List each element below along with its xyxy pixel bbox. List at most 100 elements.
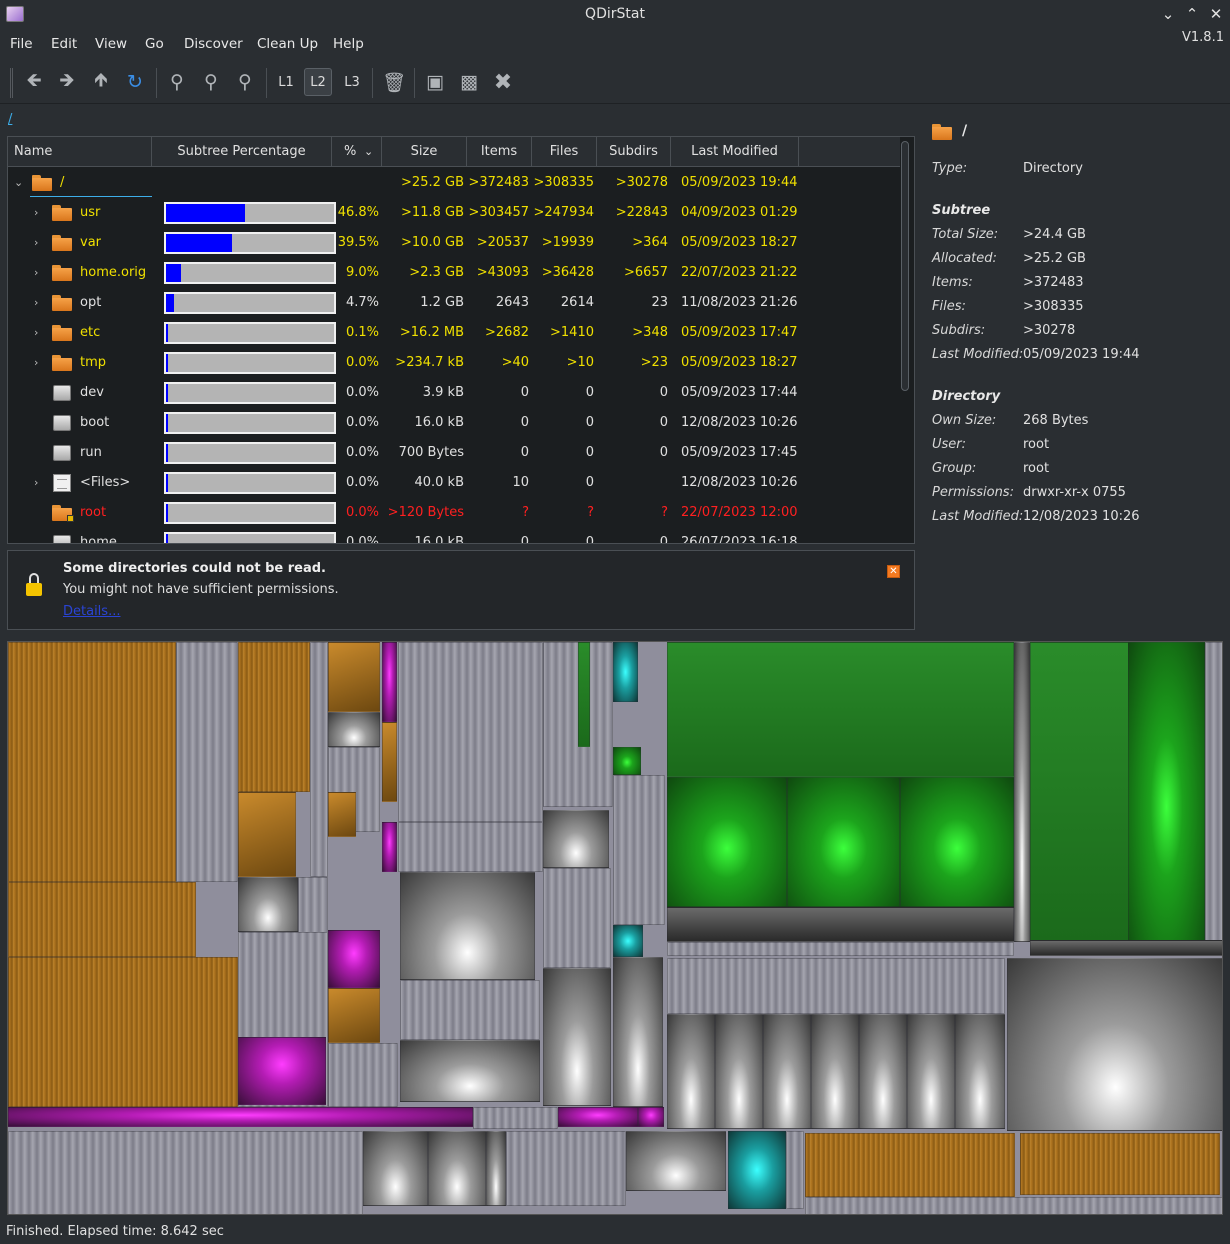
treemap-tile[interactable] [558,1107,638,1127]
expand-chevron-icon[interactable]: › [34,237,44,249]
tree-row-tmp[interactable]: › tmp 0.0% >234.7 kB >40 >10 >23 05/09/2023 18:… [8,348,900,378]
treemap-tile[interactable] [328,988,380,1043]
treemap-tile[interactable] [1014,642,1030,942]
menu-discover[interactable]: Discover [184,36,243,52]
treemap-tile[interactable] [238,1037,326,1105]
treemap-tile[interactable] [900,777,1014,907]
zoom-reset-icon[interactable]: ⚲ [231,68,259,96]
expand-chevron-icon[interactable]: › [34,357,44,369]
column-subtree-percentage[interactable]: Subtree Percentage [152,137,332,167]
treemap-tile[interactable] [310,642,328,877]
treemap-tile[interactable] [613,775,665,925]
message-close-icon[interactable]: ✕ [887,565,900,578]
treemap-tile[interactable] [486,1131,506,1206]
treemap-tile[interactable] [955,1014,1005,1129]
column-size[interactable]: Size [382,137,467,167]
treemap-tile[interactable] [328,792,356,837]
treemap-tile[interactable] [382,822,397,872]
treemap-tile[interactable] [1205,642,1222,942]
tree-row-home-orig[interactable]: › home.orig 9.0% >2.3 GB >43093 >36428 >6657 22… [8,258,900,288]
treemap-tile[interactable] [328,930,380,988]
treemap-tile[interactable] [8,642,176,882]
tree-row-root[interactable]: ⌄ / >25.2 GB >372483 >308335 >30278 05/0… [8,168,900,198]
treemap-tile[interactable] [1007,958,1222,1131]
tree-row-boot[interactable]: boot 0.0% 16.0 kB 0 0 0 12/08/2023 10:26 [8,408,900,438]
treemap-tile[interactable] [506,1131,626,1206]
back-icon[interactable]: 🡸 [20,68,48,96]
treemap-tile[interactable] [543,810,609,868]
treemap-tile[interactable] [238,642,310,792]
column-last-modified[interactable]: Last Modified [671,137,799,167]
minimize-icon[interactable]: ⌄ [1158,4,1178,24]
treemap-tile[interactable] [811,1014,859,1129]
treemap-tile[interactable] [363,1131,428,1206]
treemap-tile[interactable] [400,980,540,1040]
expand-chevron-icon[interactable]: › [34,297,44,309]
expand-chevron-icon[interactable]: › [34,477,44,489]
treemap-tile[interactable] [428,1131,486,1206]
treemap-tile[interactable] [805,1133,1015,1197]
collapse-chevron-icon[interactable]: ⌄ [14,177,24,189]
treemap-tile[interactable] [1128,642,1205,942]
terminal-icon[interactable]: ▩ [455,68,483,96]
treemap-tile[interactable] [1030,940,1222,956]
treemap-tile[interactable] [613,747,641,775]
menu-help[interactable]: Help [333,36,364,52]
tree-row-home[interactable]: home 0.0% 16.0 kB 0 0 0 26/07/2023 16:18 [8,528,900,543]
zoom-out-icon[interactable]: ⚲ [197,68,225,96]
treemap-tile[interactable] [613,957,663,1107]
treemap-tile[interactable] [728,1131,786,1209]
treemap-tile[interactable] [400,872,535,980]
tree-scrollbar[interactable] [901,141,909,391]
treemap-tile[interactable] [176,642,238,882]
up-icon[interactable]: 🡹 [87,68,115,96]
treemap-tile[interactable] [328,1043,398,1107]
level-1-button[interactable]: L1 [272,68,300,96]
toolbar-grip[interactable] [10,68,13,98]
tree-row-opt[interactable]: › opt 4.7% 1.2 GB 2643 2614 23 11/08/2023 21:26 [8,288,900,318]
refresh-icon[interactable]: ↻ [121,68,149,96]
treemap-tile[interactable] [667,777,787,907]
directory-tree[interactable]: Name Subtree Percentage % ⌄ Size Items Fi… [7,136,915,544]
treemap-tile[interactable] [578,642,590,747]
expand-chevron-icon[interactable]: › [34,267,44,279]
treemap-tile[interactable] [787,777,900,907]
menu-file[interactable]: File [10,36,33,52]
menu-view[interactable]: View [95,36,127,52]
breadcrumb[interactable]: / [8,112,12,127]
open-folder-icon[interactable]: ▣ [421,68,449,96]
stop-icon[interactable]: ✖ [489,68,517,96]
treemap-tile[interactable] [473,1107,558,1129]
treemap[interactable] [7,641,1223,1215]
treemap-tile[interactable] [543,868,611,968]
tree-row-usr[interactable]: › usr 46.8% >11.8 GB >303457 >247934 >22843 04/… [8,198,900,228]
treemap-tile[interactable] [238,792,296,877]
details-link[interactable]: Details... [63,604,120,619]
level-3-button[interactable]: L3 [338,68,366,96]
treemap-tile[interactable] [8,882,196,957]
treemap-tile[interactable] [667,958,1005,1014]
treemap-tile[interactable] [398,642,543,822]
maximize-icon[interactable]: ⌃ [1182,4,1202,24]
column-name[interactable]: Name [8,137,152,167]
treemap-tile[interactable] [907,1014,955,1129]
treemap-tile[interactable] [638,1107,664,1127]
treemap-tile[interactable] [667,642,1014,777]
level-2-button[interactable]: L2 [304,68,332,96]
tree-row-dev[interactable]: dev 0.0% 3.9 kB 0 0 0 05/09/2023 17:44 [8,378,900,408]
tree-row-var[interactable]: › var 39.5% >10.0 GB >20537 >19939 >364 05/09/2… [8,228,900,258]
menu-go[interactable]: Go [145,36,164,52]
treemap-tile[interactable] [1020,1133,1220,1195]
treemap-tile[interactable] [400,1040,540,1102]
expand-chevron-icon[interactable]: › [34,207,44,219]
treemap-tile[interactable] [763,1014,811,1129]
treemap-tile[interactable] [667,907,1014,942]
treemap-tile[interactable] [8,1107,473,1127]
tree-row-files[interactable]: › <Files> 0.0% 40.0 kB 10 0 12/08/2023 10:26 [8,468,900,498]
treemap-tile[interactable] [382,722,397,802]
column-items[interactable]: Items [467,137,532,167]
column-files[interactable]: Files [532,137,597,167]
treemap-tile[interactable] [613,642,638,702]
treemap-tile[interactable] [328,712,380,747]
forward-icon[interactable]: 🡺 [53,68,81,96]
